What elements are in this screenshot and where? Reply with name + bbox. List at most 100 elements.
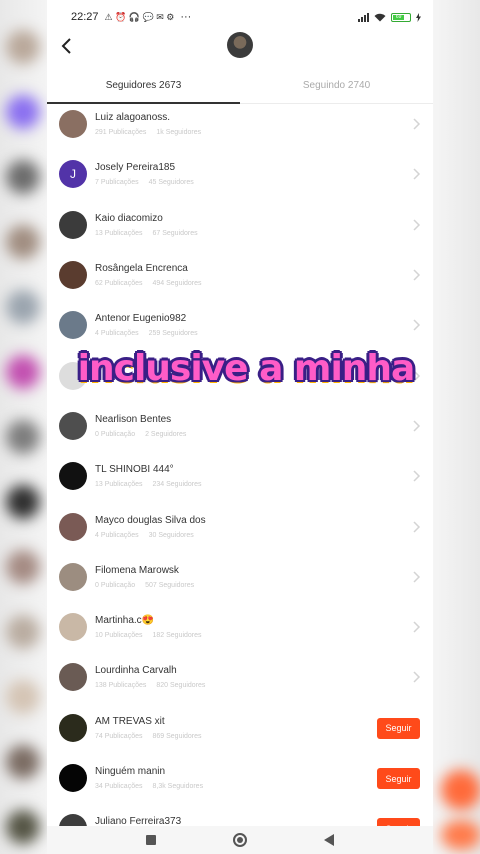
follower-name: Kaio diacomizo <box>95 212 163 224</box>
follower-avatar[interactable] <box>59 311 87 340</box>
follower-name: Martinha.c😍 <box>95 615 155 627</box>
follower-followers-count: 1k Seguidores <box>156 129 202 137</box>
battery-icon: 69 <box>391 12 411 22</box>
followers-screen: 22:27 ⚠ ⏰ 🎧 💬 ✉ ⚙ ··· 69 Seguidores 2673… <box>47 0 433 854</box>
status-time: 22:27 <box>71 11 99 23</box>
follower-name: Nearlison Bentes <box>95 413 172 425</box>
follower-posts-count: 7 Publicações <box>95 179 139 187</box>
status-bar: 22:27 ⚠ ⏰ 🎧 💬 ✉ ⚙ ··· 69 <box>47 0 433 34</box>
follower-avatar[interactable] <box>59 210 87 239</box>
follower-posts-count: 13 Publicações <box>95 229 143 237</box>
follower-posts-count: 34 Publicações <box>95 783 143 790</box>
chevron-right-icon[interactable] <box>411 520 421 533</box>
follower-posts-count: 74 Publicações <box>95 732 143 740</box>
follower-name: Filomena Marowsk <box>95 564 179 576</box>
follower-row[interactable]: Luiz alagoanoss. 291 Publicações 1k Seguid… <box>47 99 433 149</box>
follower-followers-count: 67 Seguidores <box>152 229 198 237</box>
follower-followers-count: 182 Seguidores <box>152 632 202 640</box>
signal-icon <box>358 12 369 22</box>
follower-followers-count: 8,3k Seguidores <box>152 783 204 790</box>
follower-posts-count: 4 Publicações <box>95 531 139 539</box>
follower-row[interactable]: TL SHINOBI 444° 13 Publicações 234 Seguido… <box>47 451 433 501</box>
blurred-left-background <box>0 0 47 854</box>
blurred-right-background <box>433 0 480 854</box>
follower-name: AM TREVAS xit <box>95 715 165 727</box>
chevron-right-icon[interactable] <box>411 470 421 482</box>
wifi-icon <box>374 13 386 21</box>
charging-icon <box>416 12 421 22</box>
follower-followers-count: 820 Seguidores <box>156 682 206 690</box>
follower-row[interactable]: Ninguém manin 34 Publicações 8,3k Seguidor… <box>47 753 433 803</box>
follower-followers-count: 507 Seguidores <box>145 581 195 589</box>
follower-posts-count: 13 Publicações <box>95 481 143 489</box>
follower-row[interactable]: Kaio diacomizo 13 Publicações 67 Seguidore… <box>47 200 433 250</box>
follower-followers-count: 234 Seguidores <box>152 481 202 489</box>
follower-posts-count: 10 Publicações <box>95 632 143 640</box>
follower-avatar[interactable] <box>59 713 87 742</box>
follower-posts-count: 4 Publicações <box>95 330 139 338</box>
profile-header <box>47 32 433 58</box>
follower-avatar[interactable] <box>59 462 87 491</box>
more-notifications-icon: ··· <box>180 11 192 23</box>
follower-row[interactable]: Lourdinha Carvalh 138 Publicações 820 Segu… <box>47 652 433 702</box>
follower-followers-count: 2 Seguidores <box>145 430 187 438</box>
follower-followers-count: 259 Seguidores <box>148 330 198 338</box>
follower-avatar[interactable] <box>59 663 87 692</box>
follower-row[interactable]: Martinha.c😍 10 Publicações 182 Seguidores <box>47 602 433 652</box>
follower-posts-count: 0 Publicação <box>95 430 136 438</box>
recent-apps-button[interactable] <box>145 835 156 845</box>
follower-row[interactable]: Rosângela Encrenca 62 Publicações 494 Segu… <box>47 250 433 300</box>
follower-name: Mayco douglas Silva dos <box>95 514 206 526</box>
follow-button[interactable]: Seguir <box>377 768 420 789</box>
tab-following[interactable]: Seguindo 2740 <box>240 68 433 103</box>
chevron-right-icon[interactable] <box>411 319 421 331</box>
follower-row[interactable]: J Josely Pereira185 7 Publicações 45 Seguid… <box>47 149 433 199</box>
follower-posts-count: 0 Publicação <box>95 581 136 589</box>
battery-level: 69 <box>393 14 405 20</box>
chevron-right-icon[interactable] <box>411 571 421 583</box>
profile-avatar[interactable] <box>227 32 253 58</box>
follower-avatar[interactable] <box>59 562 87 591</box>
follower-name: Rosângela Encrenca <box>95 263 188 275</box>
follower-avatar[interactable] <box>59 613 87 642</box>
follower-followers-count: 30 Seguidores <box>148 531 194 539</box>
follower-avatar[interactable] <box>59 411 87 440</box>
system-back-button[interactable] <box>324 834 335 846</box>
follower-row[interactable]: Nearlison Bentes 0 Publicação 2 Seguidores <box>47 401 433 451</box>
follower-row[interactable]: Antenor Eugenio982 4 Publicações 259 Segui… <box>47 300 433 350</box>
follower-row[interactable]: Filomena Marowsk 0 Publicação 507 Seguidor… <box>47 552 433 602</box>
follower-name: Josely Pereira185 <box>95 162 176 174</box>
follower-posts-count: 291 Publicações <box>95 129 147 137</box>
follower-name: Ninguém manin <box>95 766 166 777</box>
follower-avatar[interactable] <box>59 261 87 290</box>
chevron-right-icon[interactable] <box>411 219 421 231</box>
back-arrow-icon[interactable] <box>59 37 75 55</box>
follower-avatar[interactable] <box>59 764 87 792</box>
follower-avatar[interactable] <box>59 512 87 541</box>
follower-name: Lourdinha Carvalh <box>95 665 177 677</box>
follower-avatar[interactable]: J <box>59 160 87 189</box>
follower-posts-count: 138 Publicações <box>95 682 147 690</box>
follower-row[interactable]: AM TREVAS xit 74 Publicações 869 Seguidore… <box>47 703 433 753</box>
follower-followers-count: 494 Seguidores <box>152 280 202 288</box>
follower-avatar[interactable] <box>59 110 87 139</box>
chevron-right-icon[interactable] <box>411 168 421 180</box>
follower-name: TL SHINOBI 444° <box>95 464 174 476</box>
chevron-right-icon[interactable] <box>411 671 421 683</box>
follower-row[interactable]: Mayco douglas Silva dos 4 Publicações 30 S… <box>47 501 433 551</box>
chevron-right-icon[interactable] <box>411 621 421 633</box>
follow-button[interactable]: Seguir <box>377 717 420 739</box>
video-caption-overlay: inclusive a minha <box>77 348 416 389</box>
tab-followers[interactable]: Seguidores 2673 <box>47 68 240 103</box>
chevron-right-icon[interactable] <box>411 269 421 281</box>
followers-list: Luiz alagoanoss. 291 Publicações 1k Seguid… <box>47 99 433 853</box>
chevron-right-icon[interactable] <box>411 420 421 432</box>
follower-name: Luiz alagoanoss. <box>95 112 171 124</box>
follower-followers-count: 869 Seguidores <box>152 732 202 740</box>
system-navigation-bar <box>47 826 433 854</box>
follower-name: Antenor Eugenio982 <box>95 313 187 325</box>
home-button[interactable] <box>232 833 247 847</box>
follower-posts-count: 62 Publicações <box>95 280 143 288</box>
chevron-right-icon[interactable] <box>411 118 421 130</box>
notification-icons: ⚠ ⏰ 🎧 💬 ✉ ⚙ <box>104 11 175 22</box>
